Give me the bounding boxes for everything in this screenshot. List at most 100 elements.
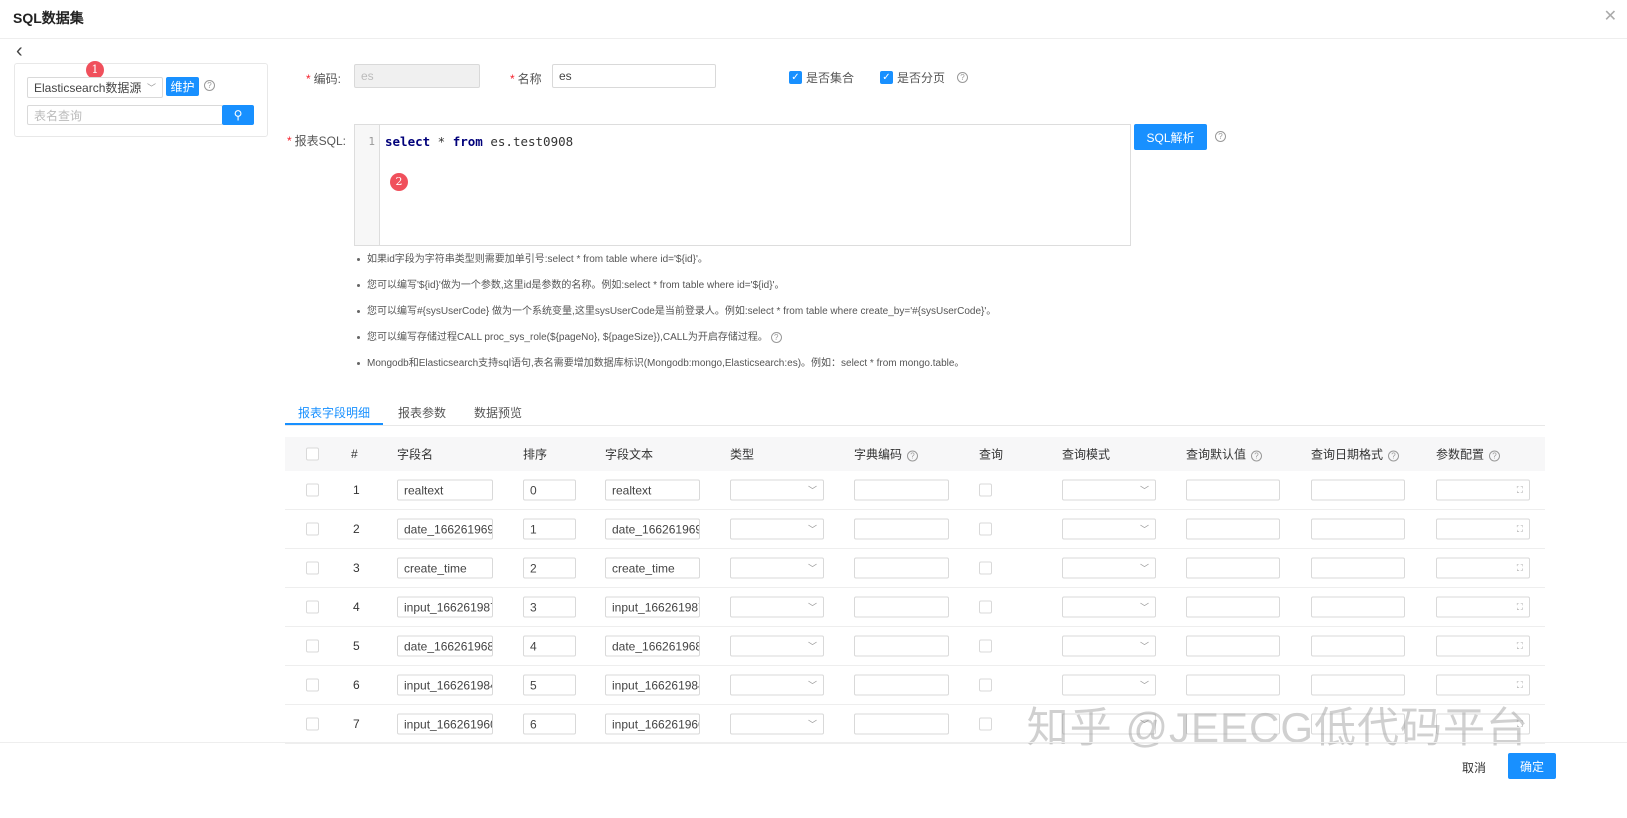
query-mode-select[interactable]: ﹀ xyxy=(1062,557,1156,579)
query-default-input[interactable] xyxy=(1186,713,1280,735)
field-text-input[interactable]: input_166261987 xyxy=(605,596,700,618)
field-name-input[interactable]: date_1662619693 xyxy=(397,518,493,540)
query-date-format-input[interactable] xyxy=(1311,557,1405,579)
name-input[interactable]: es xyxy=(552,64,716,88)
query-checkbox[interactable] xyxy=(979,678,992,692)
back-icon[interactable]: ‹ xyxy=(16,40,23,63)
order-input[interactable]: 0 xyxy=(523,479,576,501)
order-input[interactable]: 1 xyxy=(523,518,576,540)
table-search-input[interactable]: 表名查询 xyxy=(27,105,223,125)
field-name-input[interactable]: realtext xyxy=(397,479,493,501)
field-name-input[interactable]: input_166261960 xyxy=(397,713,493,735)
type-select[interactable]: ﹀ xyxy=(730,674,824,696)
field-name-input[interactable]: input_166261984 xyxy=(397,674,493,696)
field-text-input[interactable]: date_1662619693 xyxy=(605,518,700,540)
field-name-input[interactable]: input_166261987 xyxy=(397,596,493,618)
code-input[interactable]: es xyxy=(354,64,480,88)
select-all-checkbox[interactable] xyxy=(306,447,319,461)
query-mode-select[interactable]: ﹀ xyxy=(1062,596,1156,618)
query-default-input[interactable] xyxy=(1186,635,1280,657)
order-input[interactable]: 2 xyxy=(523,557,576,579)
search-button[interactable]: ⚲ xyxy=(222,105,254,125)
dict-code-input[interactable] xyxy=(854,635,949,657)
order-input[interactable]: 4 xyxy=(523,635,576,657)
type-select[interactable]: ﹀ xyxy=(730,635,824,657)
type-select[interactable]: ﹀ xyxy=(730,479,824,501)
query-checkbox[interactable] xyxy=(979,561,992,575)
query-default-input[interactable] xyxy=(1186,557,1280,579)
dict-code-input[interactable] xyxy=(854,713,949,735)
query-date-format-input[interactable] xyxy=(1311,596,1405,618)
query-mode-select[interactable]: ﹀ xyxy=(1062,674,1156,696)
help-icon[interactable]: ? xyxy=(957,72,969,83)
row-checkbox[interactable] xyxy=(306,483,319,497)
type-select[interactable]: ﹀ xyxy=(730,518,824,540)
order-input[interactable]: 5 xyxy=(523,674,576,696)
datasource-select[interactable]: Elasticsearch数据源 ﹀ xyxy=(27,77,163,98)
query-date-format-input[interactable] xyxy=(1311,635,1405,657)
query-checkbox[interactable] xyxy=(979,522,992,536)
help-icon[interactable]: ? xyxy=(1251,450,1263,462)
field-text-input[interactable]: date_1662619686 xyxy=(605,635,700,657)
tab-data-preview[interactable]: 数据预览 xyxy=(461,400,535,425)
sql-editor[interactable]: 1 select * from es.test0908 xyxy=(354,124,1131,246)
query-default-input[interactable] xyxy=(1186,596,1280,618)
field-name-input[interactable]: create_time xyxy=(397,557,493,579)
param-config-input[interactable]: ⛶ xyxy=(1436,713,1530,735)
field-text-input[interactable]: input_166261960 xyxy=(605,713,700,735)
query-default-input[interactable] xyxy=(1186,674,1280,696)
is-collection-checkbox[interactable]: ✓ 是否集合 xyxy=(789,69,854,86)
param-config-input[interactable]: ⛶ xyxy=(1436,596,1530,618)
field-text-input[interactable]: create_time xyxy=(605,557,700,579)
dict-code-input[interactable] xyxy=(854,557,949,579)
query-mode-select[interactable]: ﹀ xyxy=(1062,713,1156,735)
cancel-button[interactable]: 取消 xyxy=(1462,759,1486,776)
query-date-format-input[interactable] xyxy=(1311,674,1405,696)
help-icon[interactable]: ? xyxy=(1388,450,1400,462)
row-checkbox[interactable] xyxy=(306,639,319,653)
field-text-input[interactable]: input_166261984 xyxy=(605,674,700,696)
dict-code-input[interactable] xyxy=(854,674,949,696)
dict-code-input[interactable] xyxy=(854,479,949,501)
maintain-button[interactable]: 维护 xyxy=(166,77,199,96)
row-checkbox[interactable] xyxy=(306,561,319,575)
query-checkbox[interactable] xyxy=(979,639,992,653)
query-mode-select[interactable]: ﹀ xyxy=(1062,635,1156,657)
query-date-format-input[interactable] xyxy=(1311,518,1405,540)
tab-report-params[interactable]: 报表参数 xyxy=(385,400,459,425)
query-mode-select[interactable]: ﹀ xyxy=(1062,518,1156,540)
help-icon[interactable]: ? xyxy=(1489,450,1501,462)
type-select[interactable]: ﹀ xyxy=(730,713,824,735)
row-checkbox[interactable] xyxy=(306,717,319,731)
row-checkbox[interactable] xyxy=(306,600,319,614)
query-default-input[interactable] xyxy=(1186,479,1280,501)
query-date-format-input[interactable] xyxy=(1311,479,1405,501)
row-checkbox[interactable] xyxy=(306,522,319,536)
help-icon[interactable]: ? xyxy=(1215,131,1226,142)
param-config-input[interactable]: ⛶ xyxy=(1436,479,1530,501)
ok-button[interactable]: 确定 xyxy=(1508,753,1556,779)
type-select[interactable]: ﹀ xyxy=(730,557,824,579)
query-date-format-input[interactable] xyxy=(1311,713,1405,735)
field-text-input[interactable]: realtext xyxy=(605,479,700,501)
dict-code-input[interactable] xyxy=(854,518,949,540)
query-checkbox[interactable] xyxy=(979,600,992,614)
help-icon[interactable]: ? xyxy=(204,80,215,91)
row-checkbox[interactable] xyxy=(306,678,319,692)
is-paged-checkbox[interactable]: ✓ 是否分页? xyxy=(880,69,969,86)
dict-code-input[interactable] xyxy=(854,596,949,618)
param-config-input[interactable]: ⛶ xyxy=(1436,674,1530,696)
param-config-input[interactable]: ⛶ xyxy=(1436,518,1530,540)
tab-field-details[interactable]: 报表字段明细 xyxy=(285,400,384,425)
help-icon[interactable]: ? xyxy=(770,332,782,343)
query-checkbox[interactable] xyxy=(979,717,992,731)
type-select[interactable]: ﹀ xyxy=(730,596,824,618)
query-default-input[interactable] xyxy=(1186,518,1280,540)
query-checkbox[interactable] xyxy=(979,483,992,497)
param-config-input[interactable]: ⛶ xyxy=(1436,557,1530,579)
order-input[interactable]: 6 xyxy=(523,713,576,735)
order-input[interactable]: 3 xyxy=(523,596,576,618)
help-icon[interactable]: ? xyxy=(907,450,919,462)
field-name-input[interactable]: date_1662619686 xyxy=(397,635,493,657)
sql-parse-button[interactable]: SQL解析 xyxy=(1134,124,1207,150)
